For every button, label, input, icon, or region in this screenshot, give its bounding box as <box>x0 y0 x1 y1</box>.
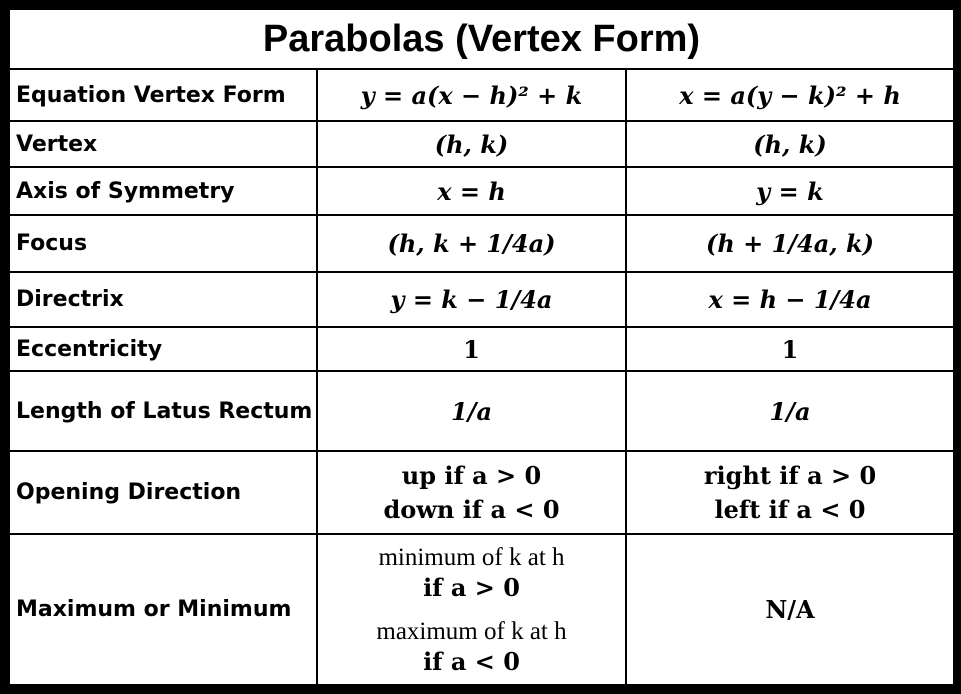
axis-vertical: x = h <box>316 166 627 216</box>
maximum-text: maximum of k at h <box>376 617 567 645</box>
table-row: Maximum or Minimum minimum of k at h if … <box>8 533 955 686</box>
table-row: Eccentricity 1 1 <box>8 326 955 372</box>
focus-vertical: (h, k + 1/4a) <box>316 214 627 273</box>
row-label-latus-rectum: Length of Latus Rectum <box>8 370 318 452</box>
title-row: Parabolas (Vertex Form) <box>8 8 955 70</box>
table-row: Equation Vertex Form y = a(x − h)² + k x… <box>8 68 955 122</box>
latus-rectum-horizontal: 1/a <box>625 370 955 452</box>
focus-horizontal: (h + 1/4a, k) <box>625 214 955 273</box>
directrix-vertical: y = k − 1/4a <box>316 271 627 328</box>
axis-horizontal: y = k <box>625 166 955 216</box>
row-label-max-min: Maximum or Minimum <box>8 533 318 686</box>
table-frame: Parabolas (Vertex Form) Equation Vertex … <box>8 8 955 686</box>
directrix-horizontal: x = h − 1/4a <box>625 271 955 328</box>
row-label-eccentricity: Eccentricity <box>8 326 318 372</box>
max-min-horizontal: N/A <box>625 533 955 686</box>
opening-horizontal-right: right if a > 0 <box>703 460 877 490</box>
row-label-directrix: Directrix <box>8 271 318 328</box>
row-label-vertex: Vertex <box>8 120 318 168</box>
table-row: Vertex (h, k) (h, k) <box>8 120 955 168</box>
parabola-table: Parabolas (Vertex Form) Equation Vertex … <box>8 8 955 686</box>
latus-rectum-vertical: 1/a <box>316 370 627 452</box>
table-title: Parabolas (Vertex Form) <box>8 8 955 70</box>
opening-horizontal-left: left if a < 0 <box>714 494 866 524</box>
maximum-condition: if a < 0 <box>423 646 520 676</box>
equation-vertical: y = a(x − h)² + k <box>316 68 627 122</box>
row-label-axis: Axis of Symmetry <box>8 166 318 216</box>
row-label-opening: Opening Direction <box>8 450 318 535</box>
table-row: Axis of Symmetry x = h y = k <box>8 166 955 216</box>
eccentricity-vertical: 1 <box>316 326 627 372</box>
vertex-vertical: (h, k) <box>316 120 627 168</box>
row-label-equation: Equation Vertex Form <box>8 68 318 122</box>
table-row: Focus (h, k + 1/4a) (h + 1/4a, k) <box>8 214 955 273</box>
row-label-focus: Focus <box>8 214 318 273</box>
table-row: Opening Direction up if a > 0 down if a … <box>8 450 955 535</box>
eccentricity-horizontal: 1 <box>625 326 955 372</box>
table-row: Directrix y = k − 1/4a x = h − 1/4a <box>8 271 955 328</box>
opening-vertical-down: down if a < 0 <box>383 494 560 524</box>
opening-horizontal: right if a > 0 left if a < 0 <box>625 450 955 535</box>
minimum-condition: if a > 0 <box>423 572 520 602</box>
max-min-vertical: minimum of k at h if a > 0 maximum of k … <box>316 533 627 686</box>
table-row: Length of Latus Rectum 1/a 1/a <box>8 370 955 452</box>
equation-horizontal: x = a(y − k)² + h <box>625 68 955 122</box>
minimum-text: minimum of k at h <box>378 543 565 571</box>
opening-vertical-up: up if a > 0 <box>401 460 542 490</box>
opening-vertical: up if a > 0 down if a < 0 <box>316 450 627 535</box>
vertex-horizontal: (h, k) <box>625 120 955 168</box>
